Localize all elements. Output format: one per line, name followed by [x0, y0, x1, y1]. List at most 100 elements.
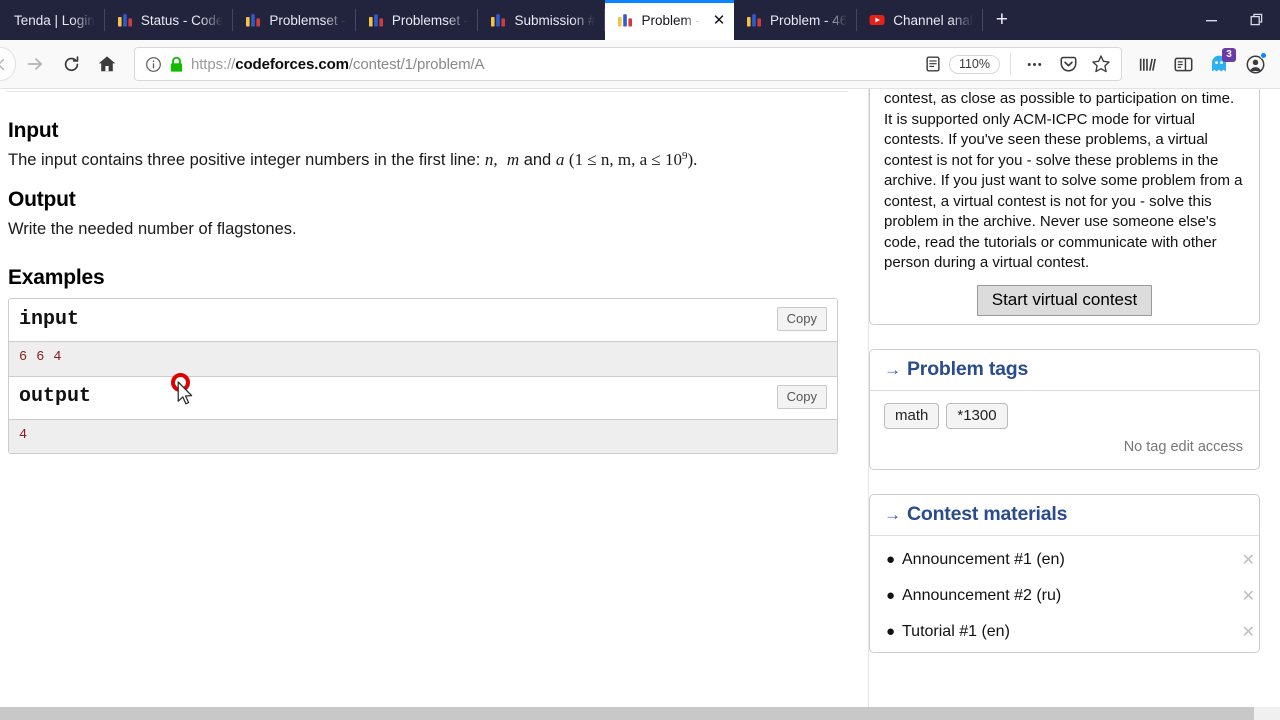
constraint-open: (1 ≤ n, m, a ≤ 10 — [568, 150, 683, 169]
tag-item[interactable]: math — [884, 402, 940, 429]
output-heading: Output — [8, 187, 76, 211]
problem-page: Input The input contains three positive … — [0, 89, 1280, 707]
clipped-text-above-fold — [6, 89, 854, 103]
tab-title: Status - Code — [140, 12, 224, 28]
var-n: n, — [484, 150, 498, 169]
new-tab-button[interactable]: + — [983, 0, 1021, 40]
zoom-level-badge[interactable]: 110% — [948, 54, 1000, 74]
constraint-exponent: 9 — [682, 150, 688, 162]
browser-tab-4[interactable]: Submission # — [478, 0, 606, 40]
sample-input-value: 6 6 4 — [9, 342, 837, 377]
problem-tags-header: → Problem tags — [870, 350, 1259, 391]
pocket-save-icon[interactable] — [1055, 55, 1082, 74]
input-text-pre: The input contains three positive intege… — [8, 151, 485, 169]
arrow-right-icon: → — [884, 359, 901, 379]
home-button[interactable] — [90, 47, 124, 81]
sample-tests: input Copy 6 6 4 output Copy 4 — [8, 298, 838, 455]
page-viewport: Input The input contains three positive … — [0, 89, 1280, 720]
conjunction: and — [519, 151, 556, 169]
examples-heading: Examples — [8, 266, 105, 290]
virtual-contest-box: contest, as close as possible to partici… — [869, 89, 1260, 325]
bookmark-star-icon[interactable] — [1089, 54, 1115, 74]
account-button[interactable] — [1238, 47, 1272, 81]
list-item[interactable]: ● Tutorial #1 (en) ✕ — [870, 614, 1259, 650]
material-label[interactable]: Tutorial #1 (en) — [902, 623, 1242, 641]
lock-icon[interactable] — [169, 56, 184, 73]
browser-tab-3[interactable]: Problemset - — [356, 0, 479, 40]
start-virtual-contest-button[interactable]: Start virtual contest — [976, 284, 1153, 316]
bullet-icon: ● — [886, 551, 896, 569]
forward-button[interactable] — [18, 47, 52, 81]
tab-title: Tenda | Login — [14, 12, 95, 28]
minimize-icon — [1205, 19, 1217, 21]
browser-tab-1[interactable]: Status - Code — [105, 0, 234, 40]
contest-materials-title: Contest materials — [907, 502, 1068, 525]
bullet-icon: ● — [886, 623, 896, 641]
clipped-text — [6, 89, 854, 94]
tab-title: Problemset - — [391, 12, 469, 28]
copy-output-button[interactable]: Copy — [776, 384, 827, 409]
close-icon[interactable]: ✕ — [1242, 550, 1257, 570]
close-icon[interactable]: ✕ — [1242, 622, 1257, 642]
close-icon[interactable]: ✕ — [708, 9, 730, 31]
contest-materials-list: ● Announcement #1 (en) ✕ ● Announcement … — [870, 536, 1259, 652]
youtube-icon — [869, 15, 885, 25]
virtual-contest-button-row: Start virtual contest — [870, 274, 1259, 324]
arrow-right-icon — [27, 58, 42, 70]
virtual-contest-text: contest, as close as possible to partici… — [884, 90, 1243, 272]
sample-output-label: output — [19, 385, 92, 409]
horizontal-scrollbar[interactable] — [0, 707, 1280, 720]
arrow-left-icon — [0, 58, 4, 70]
reload-button[interactable] — [54, 47, 88, 81]
container-count-badge: 3 — [1222, 48, 1236, 62]
codeforces-icon — [117, 14, 132, 27]
url-bar[interactable]: https://codeforces.com/contest/1/problem… — [134, 47, 1122, 81]
material-label[interactable]: Announcement #2 (ru) — [902, 587, 1242, 605]
browser-tab-2[interactable]: Problemset - — [233, 0, 356, 40]
tag-item[interactable]: *1300 — [946, 402, 1008, 429]
problem-tags-box: → Problem tags math *1300 No tag edit ac… — [869, 348, 1260, 470]
list-item[interactable]: ● Announcement #1 (en) ✕ — [870, 542, 1259, 578]
tab-title: Submission # — [514, 12, 596, 28]
url-host: codeforces.com — [235, 55, 349, 73]
codeforces-icon — [246, 14, 261, 27]
minimize-window-button[interactable] — [1188, 0, 1234, 40]
sidebar-toggle-button[interactable] — [1166, 47, 1200, 81]
url-scheme: https:// — [191, 55, 236, 73]
contest-materials-header: → Contest materials — [870, 495, 1259, 536]
codeforces-icon — [368, 14, 383, 27]
browser-tab-bar: Tenda | Login Status - Code Problemset -… — [0, 0, 1280, 40]
restore-window-button[interactable] — [1234, 0, 1280, 40]
restore-icon — [1250, 13, 1262, 25]
page-actions-icon[interactable] — [1021, 55, 1048, 74]
problem-tags-body: math *1300 No tag edit access — [870, 391, 1259, 469]
library-icon — [1139, 58, 1156, 71]
browser-tab-0[interactable]: Tenda | Login — [0, 0, 105, 40]
back-button[interactable] — [0, 47, 16, 81]
copy-input-button[interactable]: Copy — [776, 307, 827, 332]
problem-sidebar: contest, as close as possible to partici… — [868, 89, 1280, 707]
close-icon[interactable]: ✕ — [1242, 586, 1257, 606]
tag-list: math *1300 — [884, 402, 1245, 429]
library-button[interactable] — [1130, 47, 1164, 81]
constraint-close: ). — [687, 150, 698, 169]
page-info-icon[interactable] — [145, 56, 162, 73]
home-icon — [98, 56, 116, 72]
scrollbar-thumb[interactable] — [0, 707, 1254, 720]
url-text[interactable]: https://codeforces.com/contest/1/problem… — [191, 56, 917, 73]
account-notification-dot — [1260, 52, 1267, 59]
list-item[interactable]: ● Announcement #2 (ru) ✕ — [870, 578, 1259, 614]
browser-tab-5-active[interactable]: Problem - ✕ — [605, 0, 734, 40]
input-description: The input contains three positive intege… — [8, 149, 854, 172]
containers-button[interactable]: 3 — [1202, 47, 1236, 81]
reload-icon — [64, 55, 78, 71]
url-bar-divider — [1010, 53, 1011, 75]
material-label[interactable]: Announcement #1 (en) — [902, 551, 1242, 569]
browser-tab-7[interactable]: Channel anal — [857, 0, 983, 40]
codeforces-icon — [747, 14, 761, 27]
reader-mode-icon[interactable] — [924, 55, 942, 73]
contest-materials-box: → Contest materials ● Announcement #1 (e… — [869, 493, 1260, 653]
scrollbar-endcap[interactable] — [1254, 707, 1280, 720]
browser-tab-6[interactable]: Problem - 46 — [734, 0, 858, 40]
var-a: a — [555, 150, 565, 169]
